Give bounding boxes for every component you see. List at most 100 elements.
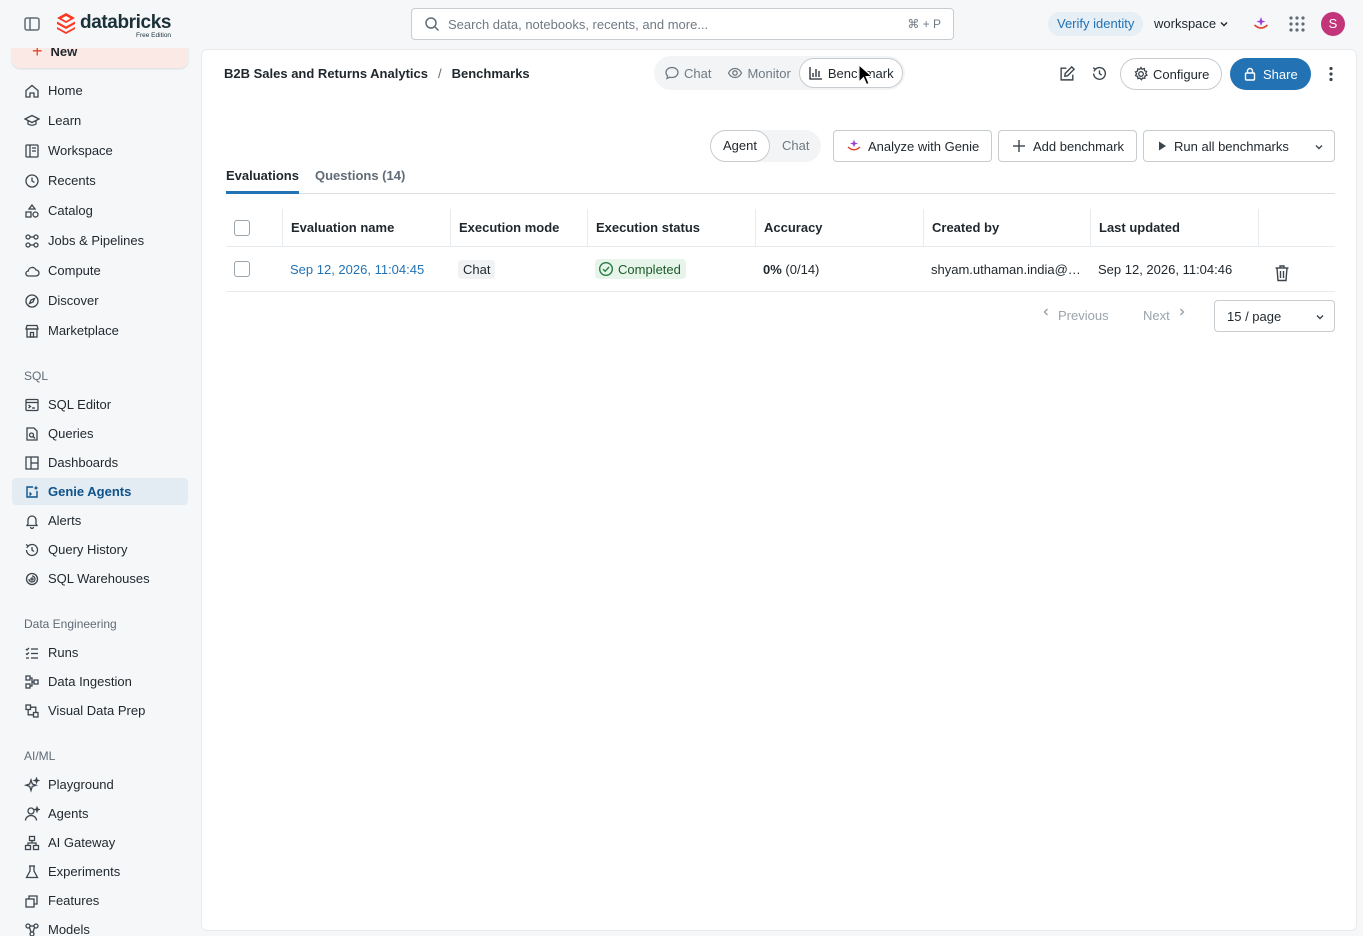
page-size-select[interactable]: 15 / page [1214, 300, 1335, 332]
data-prep-icon [25, 703, 39, 718]
sidebar-section-ai-ml: AI/ML [24, 749, 56, 763]
configure-button[interactable]: Configure [1120, 58, 1223, 90]
sidebar-item-label: Queries [48, 426, 94, 441]
tab-chat[interactable]: Chat [656, 58, 719, 88]
sidebar-item-label: Models [48, 922, 90, 936]
search-input[interactable] [448, 16, 908, 32]
sidebar-item-label: Experiments [48, 864, 121, 879]
column-header-created-by[interactable]: Created by [923, 209, 1090, 246]
user-avatar[interactable]: S [1321, 12, 1345, 36]
add-benchmark-button[interactable]: Add benchmark [998, 130, 1138, 162]
column-header-execution-mode[interactable]: Execution mode [450, 209, 587, 246]
trash-icon[interactable] [1274, 264, 1290, 282]
new-button[interactable]: + New [12, 48, 188, 68]
status-badge: Completed [595, 259, 686, 279]
sidebar-item-models[interactable]: Models [12, 916, 188, 936]
sidebar-item-home[interactable]: Home [12, 77, 188, 104]
plus-icon [1013, 140, 1025, 152]
next-page-button[interactable]: Next [1143, 300, 1188, 323]
databricks-logo[interactable]: databricks Free Edition [56, 12, 171, 39]
tab-benchmark[interactable]: Benchmark [798, 58, 903, 88]
more-options-icon[interactable] [1322, 65, 1340, 83]
sidebar-item-genie-agents[interactable]: Genie Agents [12, 478, 188, 505]
sidebar-item-features[interactable]: Features [12, 887, 188, 914]
next-label: Next [1143, 308, 1170, 323]
column-header-execution-status[interactable]: Execution status [587, 209, 755, 246]
column-header-accuracy[interactable]: Accuracy [755, 209, 923, 246]
share-button[interactable]: Share [1230, 58, 1311, 90]
sidebar-item-alerts[interactable]: Alerts [12, 507, 188, 534]
sidebar: + New Home Learn Workspace Recents Catal… [0, 48, 200, 936]
sidebar-item-discover[interactable]: Discover [12, 287, 188, 314]
sidebar-item-visual-data-prep[interactable]: Visual Data Prep [12, 697, 188, 724]
sidebar-toggle-icon[interactable] [22, 14, 42, 34]
sidebar-item-queries[interactable]: Queries [12, 420, 188, 447]
sidebar-item-label: Workspace [48, 143, 113, 158]
sidebar-item-agents[interactable]: Agents [12, 800, 188, 827]
tab-questions[interactable]: Questions (14) [315, 168, 405, 191]
workspace-selector[interactable]: workspace [1154, 16, 1230, 31]
tab-evaluations[interactable]: Evaluations [226, 168, 299, 194]
segment-chat[interactable]: Chat [770, 130, 821, 162]
sidebar-item-playground[interactable]: Playground [12, 771, 188, 798]
sidebar-item-label: Data Ingestion [48, 674, 132, 689]
sidebar-item-catalog[interactable]: Catalog [12, 197, 188, 224]
workspace-label: workspace [1154, 16, 1217, 31]
sidebar-item-data-ingestion[interactable]: Data Ingestion [12, 668, 188, 695]
run-all-benchmarks-button[interactable]: Run all benchmarks [1143, 130, 1304, 162]
sidebar-item-query-history[interactable]: Query History [12, 536, 188, 563]
sidebar-item-workspace[interactable]: Workspace [12, 137, 188, 164]
global-search[interactable]: ⌘ + P [411, 8, 954, 40]
chevron-down-icon [1315, 145, 1323, 150]
sidebar-item-recents[interactable]: Recents [12, 167, 188, 194]
sparkle-icon [24, 776, 40, 793]
breadcrumb-parent[interactable]: B2B Sales and Returns Analytics [224, 66, 428, 81]
run-options-dropdown[interactable] [1303, 130, 1335, 162]
sidebar-item-jobs-pipelines[interactable]: Jobs & Pipelines [12, 227, 188, 254]
table-header: Evaluation name Execution mode Execution… [226, 209, 1335, 247]
sidebar-item-label: Marketplace [48, 323, 119, 338]
row-checkbox[interactable] [234, 261, 250, 277]
search-shortcut: ⌘ + P [907, 17, 941, 31]
column-header-evaluation-name[interactable]: Evaluation name [282, 209, 450, 246]
flask-icon [25, 864, 39, 878]
jobs-icon [25, 233, 39, 248]
select-all-checkbox[interactable] [234, 219, 250, 236]
column-header-last-updated[interactable]: Last updated [1090, 209, 1258, 246]
status-text: Completed [618, 261, 681, 277]
chevron-left-icon [1043, 308, 1048, 315]
sidebar-item-sql-warehouses[interactable]: SQL Warehouses [12, 565, 188, 592]
breadcrumb-separator: / [437, 66, 442, 81]
verify-identity-button[interactable]: Verify identity [1048, 12, 1144, 36]
evaluation-link[interactable]: Sep 12, 2026, 11:04:45 [290, 262, 424, 277]
genie-icon [847, 139, 861, 151]
accuracy-cell: 0% (0/14) [763, 247, 923, 291]
configure-label: Configure [1153, 66, 1210, 82]
ingestion-icon [25, 674, 39, 689]
sidebar-item-label: Learn [48, 113, 82, 128]
sidebar-item-runs[interactable]: Runs [12, 639, 188, 666]
sidebar-item-ai-gateway[interactable]: AI Gateway [12, 829, 188, 856]
previous-page-button[interactable]: Previous [1040, 300, 1109, 323]
home-icon [25, 84, 39, 98]
sidebar-item-label: SQL Editor [48, 397, 112, 412]
databricks-logo-icon [57, 13, 75, 34]
dashboards-icon [25, 455, 39, 470]
analyze-with-genie-button[interactable]: Analyze with Genie [833, 130, 993, 162]
models-icon [25, 922, 39, 936]
sidebar-item-experiments[interactable]: Experiments [12, 858, 188, 885]
sidebar-item-learn[interactable]: Learn [12, 107, 188, 134]
segment-agent[interactable]: Agent [710, 130, 770, 162]
agent-chat-toggle: Agent Chat [710, 130, 822, 162]
edit-icon[interactable] [1059, 65, 1076, 82]
accuracy-percent: 0% [763, 261, 782, 277]
sidebar-item-marketplace[interactable]: Marketplace [12, 317, 188, 344]
genie-icon[interactable] [1252, 15, 1270, 33]
history-icon[interactable] [1091, 65, 1108, 82]
sql-editor-icon [25, 398, 39, 411]
sidebar-item-dashboards[interactable]: Dashboards [12, 449, 188, 476]
apps-grid-icon[interactable] [1288, 15, 1306, 33]
sidebar-item-compute[interactable]: Compute [12, 257, 188, 284]
tab-monitor[interactable]: Monitor [719, 58, 798, 88]
sidebar-item-sql-editor[interactable]: SQL Editor [12, 391, 188, 418]
